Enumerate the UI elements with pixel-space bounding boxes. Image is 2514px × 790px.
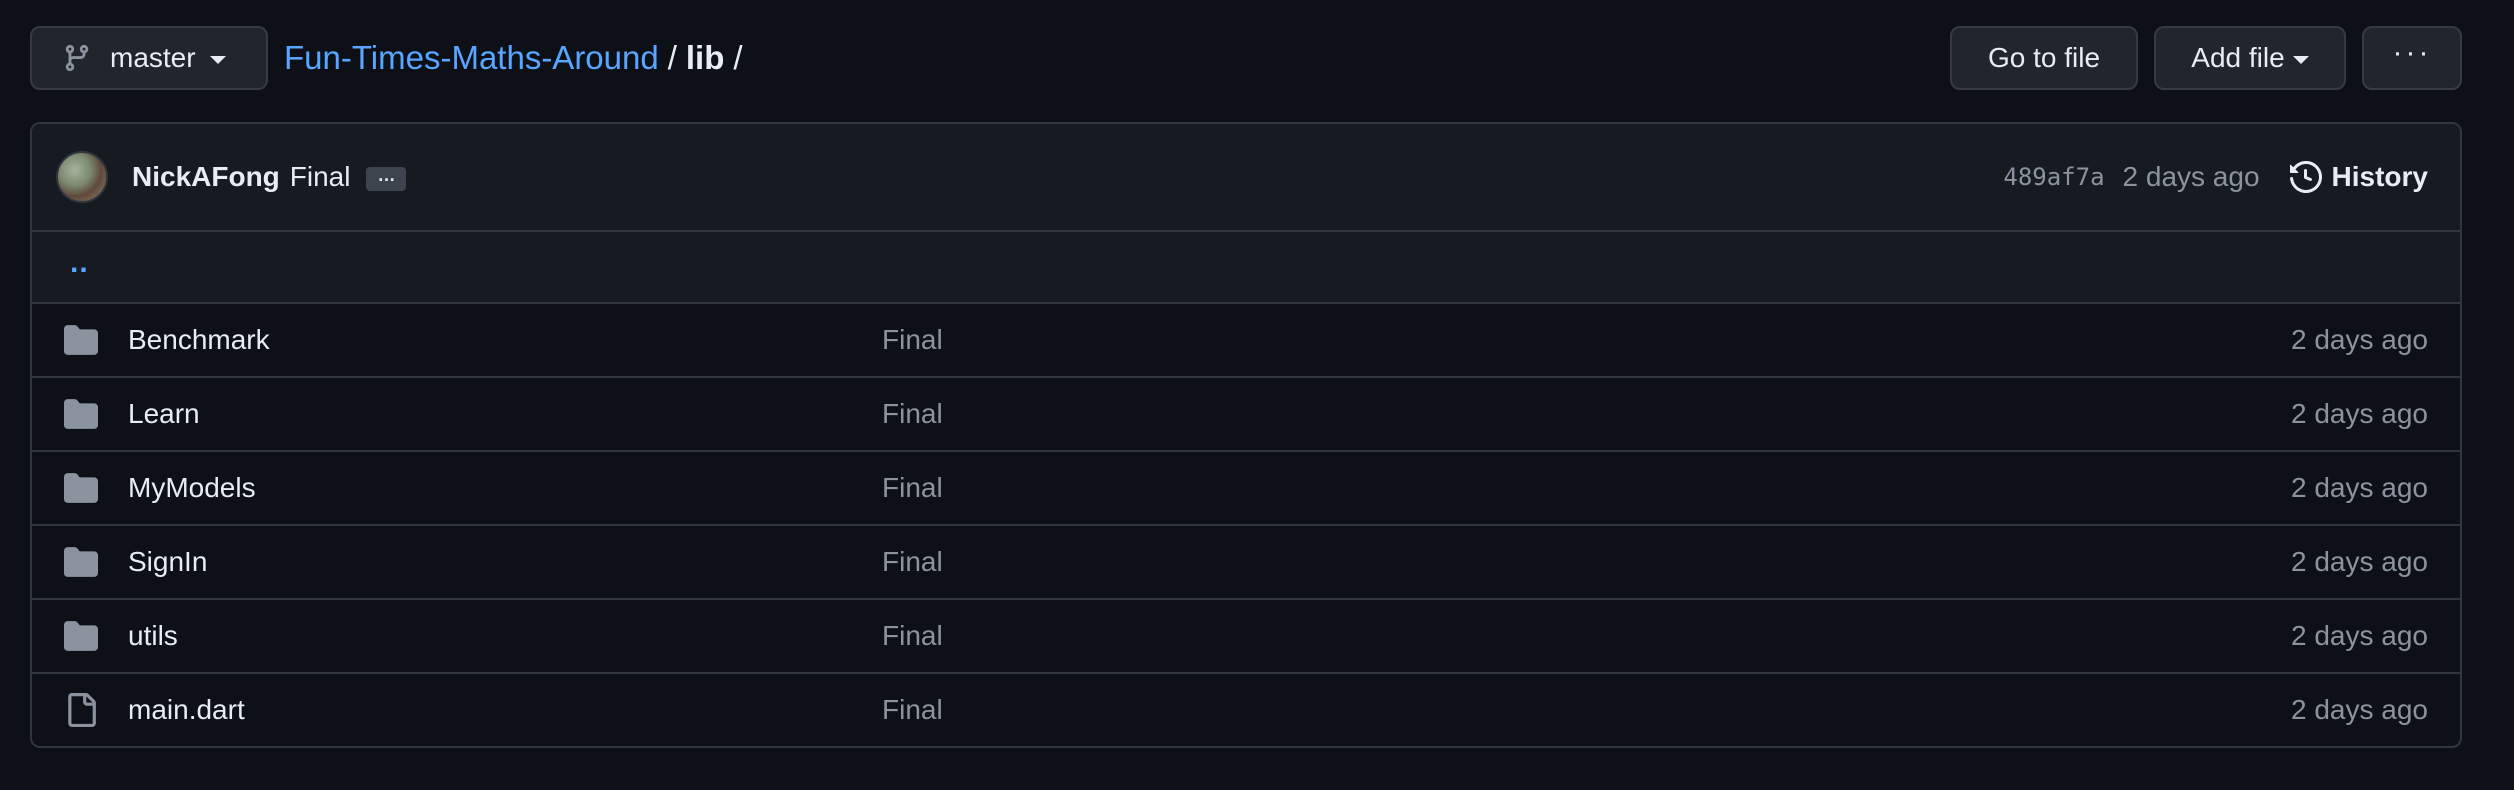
file-commit-age: 2 days ago bbox=[2291, 546, 2428, 577]
file-row[interactable]: SignIn Final 2 days ago bbox=[32, 526, 2460, 600]
file-name-link[interactable]: Learn bbox=[128, 398, 882, 430]
latest-commit-bar: NickAFong Final … 489af7a 2 days ago His… bbox=[32, 124, 2460, 232]
file-commit-message[interactable]: Final bbox=[882, 546, 2291, 578]
file-name-link[interactable]: main.dart bbox=[128, 694, 882, 726]
folder-icon bbox=[64, 473, 98, 503]
caret-down-icon bbox=[209, 55, 226, 64]
folder-icon bbox=[64, 399, 98, 429]
folder-icon bbox=[64, 547, 98, 577]
add-file-button[interactable]: Add file bbox=[2154, 26, 2346, 90]
commit-message[interactable]: Final bbox=[290, 161, 351, 193]
file-row[interactable]: main.dart Final 2 days ago bbox=[32, 674, 2460, 746]
file-commit-age: 2 days ago bbox=[2291, 324, 2428, 355]
file-commit-message[interactable]: Final bbox=[882, 694, 2291, 726]
file-browser: NickAFong Final … 489af7a 2 days ago His… bbox=[30, 122, 2462, 748]
file-commit-message[interactable]: Final bbox=[882, 398, 2291, 430]
folder-icon bbox=[64, 325, 98, 355]
file-row[interactable]: Benchmark Final 2 days ago bbox=[32, 304, 2460, 378]
file-row[interactable]: MyModels Final 2 days ago bbox=[32, 452, 2460, 526]
kebab-icon: ··· bbox=[2392, 36, 2432, 69]
file-commit-age: 2 days ago bbox=[2291, 620, 2428, 651]
file-commit-age: 2 days ago bbox=[2291, 398, 2428, 429]
commit-author[interactable]: NickAFong bbox=[132, 161, 280, 193]
parent-directory-link[interactable]: .. bbox=[70, 246, 89, 280]
file-row[interactable]: utils Final 2 days ago bbox=[32, 600, 2460, 674]
caret-down-icon bbox=[2292, 55, 2309, 64]
breadcrumb-repo-link[interactable]: Fun-Times-Maths-Around bbox=[284, 39, 659, 77]
breadcrumb-separator: / bbox=[733, 39, 743, 76]
history-label: History bbox=[2331, 161, 2428, 192]
git-branch-icon bbox=[65, 44, 89, 72]
file-row[interactable]: Learn Final 2 days ago bbox=[32, 378, 2460, 452]
file-commit-message[interactable]: Final bbox=[882, 620, 2291, 652]
file-commit-age: 2 days ago bbox=[2291, 472, 2428, 503]
file-name-link[interactable]: SignIn bbox=[128, 546, 882, 578]
breadcrumb: Fun-Times-Maths-Around / lib / bbox=[284, 39, 752, 77]
add-file-label: Add file bbox=[2191, 42, 2285, 73]
breadcrumb-separator: / bbox=[667, 39, 677, 76]
folder-icon bbox=[64, 621, 98, 651]
history-button[interactable]: History bbox=[2289, 161, 2428, 193]
more-options-button[interactable]: ··· bbox=[2362, 26, 2462, 90]
expand-commit-button[interactable]: … bbox=[366, 165, 407, 191]
branch-selector-button[interactable]: master bbox=[30, 26, 268, 90]
repo-toolbar: master Fun-Times-Maths-Around / lib / Go… bbox=[30, 26, 2462, 90]
file-commit-message[interactable]: Final bbox=[882, 472, 2291, 504]
commit-age: 2 days ago bbox=[2122, 161, 2260, 192]
file-commit-message[interactable]: Final bbox=[882, 324, 2291, 356]
go-to-file-button[interactable]: Go to file bbox=[1950, 26, 2138, 90]
file-commit-age: 2 days ago bbox=[2291, 694, 2428, 725]
parent-directory-row[interactable]: .. bbox=[32, 232, 2460, 304]
file-icon bbox=[68, 693, 96, 727]
avatar[interactable] bbox=[56, 151, 108, 203]
branch-name: master bbox=[110, 42, 196, 73]
commit-sha[interactable]: 489af7a bbox=[2003, 163, 2104, 191]
file-name-link[interactable]: utils bbox=[128, 620, 882, 652]
history-icon bbox=[2289, 161, 2322, 193]
file-name-link[interactable]: MyModels bbox=[128, 472, 882, 504]
breadcrumb-current: lib bbox=[685, 39, 725, 76]
file-name-link[interactable]: Benchmark bbox=[128, 324, 882, 356]
file-list: Benchmark Final 2 days ago Learn Final 2 days… bbox=[32, 304, 2460, 746]
